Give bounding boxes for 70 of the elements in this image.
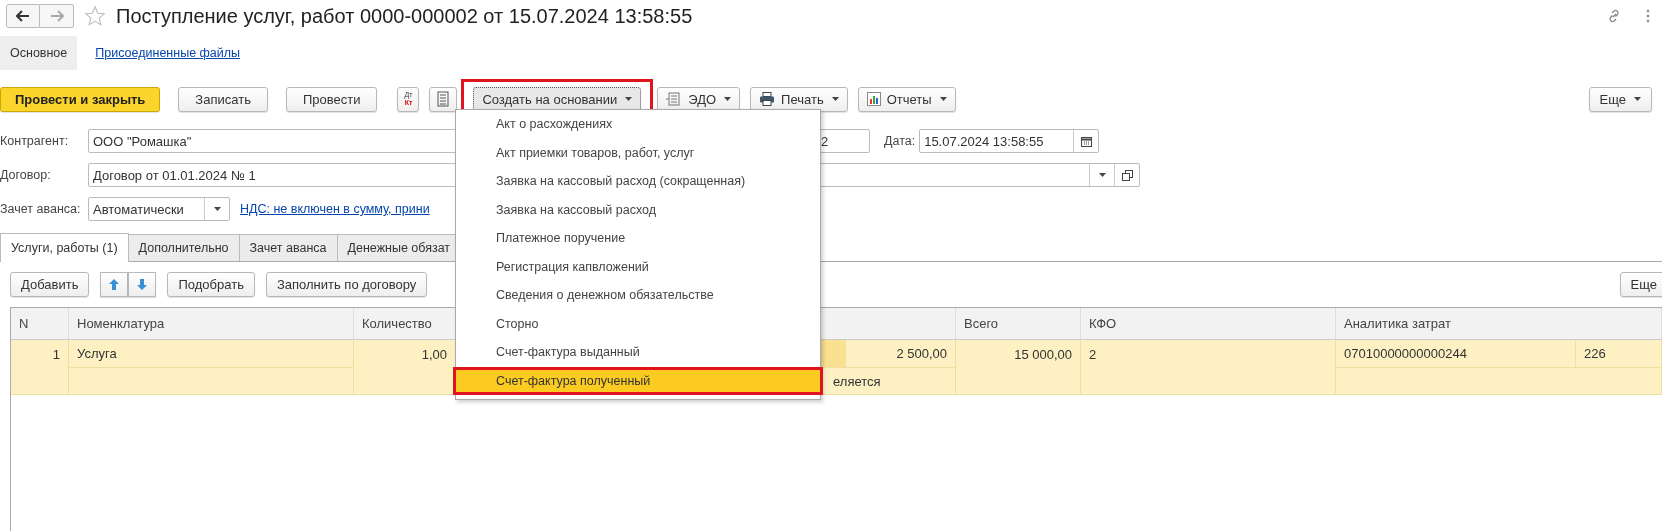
- column-header: Всего: [956, 308, 1081, 340]
- caret-icon: [831, 97, 839, 101]
- column-header: N: [11, 308, 69, 340]
- printer-icon: [759, 92, 776, 106]
- table-cell: 2: [1081, 340, 1336, 395]
- open-window-icon: [1121, 169, 1133, 181]
- post-and-close-button[interactable]: Провести и закрыть: [0, 86, 161, 112]
- more-button[interactable]: Еще: [1588, 86, 1652, 112]
- list-button[interactable]: [429, 86, 458, 112]
- caret-icon: [939, 97, 947, 101]
- forward-arrow-icon: [49, 10, 64, 22]
- tab[interactable]: Услуги, работы (1): [0, 233, 129, 262]
- tab[interactable]: Зачет аванса: [238, 234, 338, 261]
- vat-link[interactable]: НДС: не включен в сумму, прини: [240, 202, 430, 216]
- menu-item[interactable]: Счет-фактура выданный: [456, 338, 820, 367]
- star-icon[interactable]: [84, 5, 106, 27]
- document-exchange-icon: [666, 92, 683, 106]
- column-header: КФО: [1081, 308, 1336, 340]
- caret-icon: [213, 207, 221, 211]
- back-button[interactable]: [6, 4, 40, 28]
- caret-icon: [625, 97, 633, 101]
- up-arrow-icon: [109, 278, 120, 290]
- table-cell: 2 500,00: [846, 340, 956, 368]
- field-label: Зачет аванса:: [0, 202, 82, 216]
- table-cell: 1,00: [354, 340, 456, 395]
- link-icon[interactable]: [1606, 8, 1622, 24]
- pick-button[interactable]: Подобрать: [167, 271, 255, 297]
- toolbar-button[interactable]: Записать: [178, 86, 268, 112]
- menu-item[interactable]: Счет-фактура полученный: [453, 366, 823, 395]
- field-label: Контрагент:: [0, 134, 70, 148]
- field-label: Договор:: [0, 168, 52, 182]
- menu-item[interactable]: Сторно: [456, 309, 820, 338]
- add-button[interactable]: Добавить: [10, 271, 90, 297]
- chart-icon: [866, 92, 881, 106]
- table-cell: 226: [1576, 340, 1662, 368]
- calendar-icon: [1080, 135, 1092, 147]
- table-cell: Услуга: [69, 340, 354, 368]
- caret-icon: [724, 97, 732, 101]
- fill-by-contract-button[interactable]: Заполнить по договору: [265, 271, 428, 297]
- table-cell: [821, 340, 846, 368]
- down-arrow-icon: [137, 278, 148, 290]
- advance-select[interactable]: Автоматически: [88, 197, 230, 221]
- caret-icon: [1098, 173, 1106, 177]
- more-button[interactable]: Еще: [1619, 271, 1662, 297]
- table-cell: еляется: [821, 368, 956, 395]
- column-header: Количество: [354, 308, 456, 340]
- column-header: Номенклатура: [69, 308, 354, 340]
- tab[interactable]: Дополнительно: [127, 234, 240, 261]
- date-field[interactable]: 15.07.2024 13:58:55: [919, 129, 1100, 153]
- toolbar-button[interactable]: Провести: [285, 86, 378, 112]
- move-up-button[interactable]: [100, 271, 129, 297]
- menu-item[interactable]: Сведения о денежном обязательстве: [456, 281, 820, 310]
- column-header: Аналитика затрат: [1336, 308, 1662, 340]
- menu-item[interactable]: Заявка на кассовый расход: [456, 195, 820, 224]
- move-down-button[interactable]: [128, 271, 157, 297]
- menu-item[interactable]: Заявка на кассовый расход (сокращенная): [456, 167, 820, 196]
- table-cell: 15 000,00: [956, 340, 1081, 395]
- table-cell: 07010000000000244: [1336, 340, 1576, 368]
- section-link[interactable]: Присоединенные файлы: [85, 36, 251, 70]
- window-title: Поступление услуг, работ 0000-000002 от 15.07.2024 13:58:55: [116, 4, 693, 28]
- edo-button[interactable]: ЭДО: [657, 86, 741, 112]
- field-label: Дата:: [884, 134, 916, 148]
- reports-button[interactable]: Отчеты: [857, 86, 956, 112]
- caret-icon: [1634, 97, 1641, 101]
- table-cell: 1: [11, 340, 69, 395]
- section-tab[interactable]: Основное: [0, 36, 78, 70]
- list-icon: [437, 91, 450, 107]
- back-arrow-icon: [16, 10, 30, 22]
- print-button[interactable]: Печать: [750, 86, 848, 112]
- create-based-on-button[interactable]: Создать на основании: [473, 86, 642, 112]
